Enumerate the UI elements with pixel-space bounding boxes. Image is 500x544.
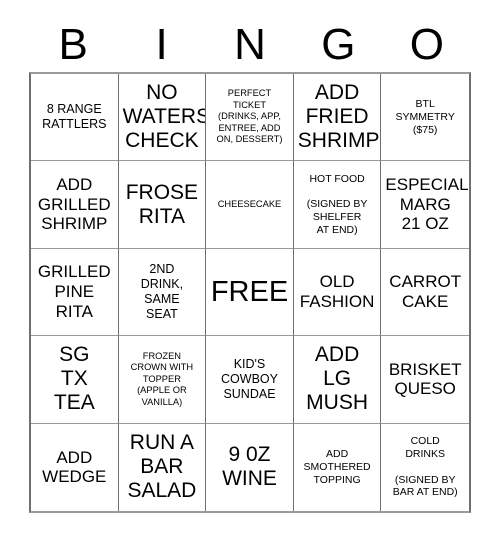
bingo-header-letter-n: N xyxy=(234,19,266,69)
bingo-cell-label: 2ND DRINK, SAME SEAT xyxy=(140,261,184,321)
bingo-cell[interactable]: COLD DRINKS (SIGNED BY BAR AT END) xyxy=(381,424,469,511)
bingo-cell-label: COLD DRINKS (SIGNED BY BAR AT END) xyxy=(392,435,458,499)
bingo-cell-label: SG TX TEA xyxy=(53,343,95,415)
bingo-cell[interactable]: 8 RANGE RATTLERS xyxy=(31,74,119,162)
bingo-cell[interactable]: ADD SMOTHERED TOPPING xyxy=(294,423,382,511)
bingo-cell[interactable]: 9 0Z WINE xyxy=(206,423,294,511)
bingo-cell-label: OLD FASHION xyxy=(299,272,375,311)
bingo-cell-label: 8 RANGE RATTLERS xyxy=(42,102,107,132)
bingo-cell[interactable]: ADD FRIED SHRIMP xyxy=(293,74,382,162)
bingo-header-letter-o: O xyxy=(409,19,444,69)
bingo-cell-label: ADD WEDGE xyxy=(42,447,107,487)
bingo-cell-label: NO WATERS CHECK xyxy=(122,81,207,153)
bingo-cell-label: FROSE RITA xyxy=(125,180,199,228)
bingo-cell[interactable]: HOT FOOD (SIGNED BY SHELFER AT END) xyxy=(293,161,382,249)
bingo-grid: 8 RANGE RATTLERS NO WATERS CHECK PERFECT T… xyxy=(29,72,471,513)
bingo-cell-label: CARROT CAKE xyxy=(389,272,462,311)
bingo-cell[interactable]: PERFECT TICKET (DRINKS, APP, ENTREE, ADD… xyxy=(206,74,294,162)
bingo-cell-label: BRISKET QUESO xyxy=(388,359,462,399)
bingo-cell[interactable]: FROSE RITA xyxy=(118,161,207,249)
bingo-cell[interactable]: GRILLED PINE RITA xyxy=(31,248,119,337)
bingo-header-letter-i: I xyxy=(155,19,168,69)
bingo-header-row: BINGO xyxy=(29,17,471,72)
bingo-header-letter-b: B xyxy=(58,19,88,69)
bingo-cell-label: ADD GRILLED SHRIMP xyxy=(37,175,111,234)
bingo-cell[interactable]: ADD LG MUSH xyxy=(293,336,382,424)
bingo-cell-label: CHEESECAKE xyxy=(217,198,282,209)
bingo-cell-label: HOT FOOD (SIGNED BY SHELFER AT END) xyxy=(306,172,368,236)
bingo-cell[interactable]: ADD GRILLED SHRIMP xyxy=(31,161,119,249)
bingo-cell[interactable]: RUN A BAR SALAD xyxy=(119,423,207,511)
bingo-card: B I N G O 8 RANGE RATTLERS NO WATERS CHECK PER… xyxy=(0,0,500,544)
bingo-cell[interactable]: NO WATERS CHECK xyxy=(118,74,207,162)
bingo-cell[interactable]: BTL SYMMETRY ($75) xyxy=(381,74,469,162)
bingo-cell-label: FROZEN CROWN WITH TOPPER (APPLE OR VANIL… xyxy=(130,350,194,407)
bingo-free-space-cell[interactable]: FREE xyxy=(206,248,294,337)
bingo-cell-label: ADD LG MUSH xyxy=(306,343,369,415)
bingo-cell[interactable]: CARROT CAKE xyxy=(381,249,469,337)
bingo-cell[interactable]: FROZEN CROWN WITH TOPPER (APPLE OR VANIL… xyxy=(118,336,207,424)
bingo-cell[interactable]: SG TX TEA xyxy=(31,336,119,424)
bingo-cell-label: KID'S COWBOY SUNDAE xyxy=(221,356,278,401)
bingo-cell[interactable]: 2ND DRINK, SAME SEAT xyxy=(118,248,207,337)
bingo-header-letter-g: G xyxy=(321,19,356,69)
bingo-cell-label: PERFECT TICKET (DRINKS, APP, ENTREE, ADD… xyxy=(216,88,283,145)
bingo-cell-label: RUN A BAR SALAD xyxy=(127,431,197,503)
bingo-cell[interactable]: CHEESECAKE xyxy=(206,161,294,249)
bingo-cell-label: ADD FRIED SHRIMP xyxy=(297,81,380,153)
bingo-cell[interactable]: OLD FASHION xyxy=(293,248,382,337)
bingo-cell-label: FREE xyxy=(210,275,289,308)
bingo-cell[interactable]: ESPECIAL MARG 21 OZ xyxy=(381,161,469,249)
bingo-cell[interactable]: ADD WEDGE xyxy=(31,423,119,511)
bingo-cell-label: 9 0Z WINE xyxy=(222,443,277,491)
bingo-cell[interactable]: KID'S COWBOY SUNDAE xyxy=(206,336,294,424)
bingo-cell-label: ADD SMOTHERED TOPPING xyxy=(303,448,371,486)
bingo-cell[interactable]: BRISKET QUESO xyxy=(381,336,469,424)
bingo-cell-label: ESPECIAL MARG 21 OZ xyxy=(385,175,469,234)
bingo-cell-label: BTL SYMMETRY ($75) xyxy=(395,98,455,136)
bingo-cell-label: GRILLED PINE RITA xyxy=(37,262,111,321)
